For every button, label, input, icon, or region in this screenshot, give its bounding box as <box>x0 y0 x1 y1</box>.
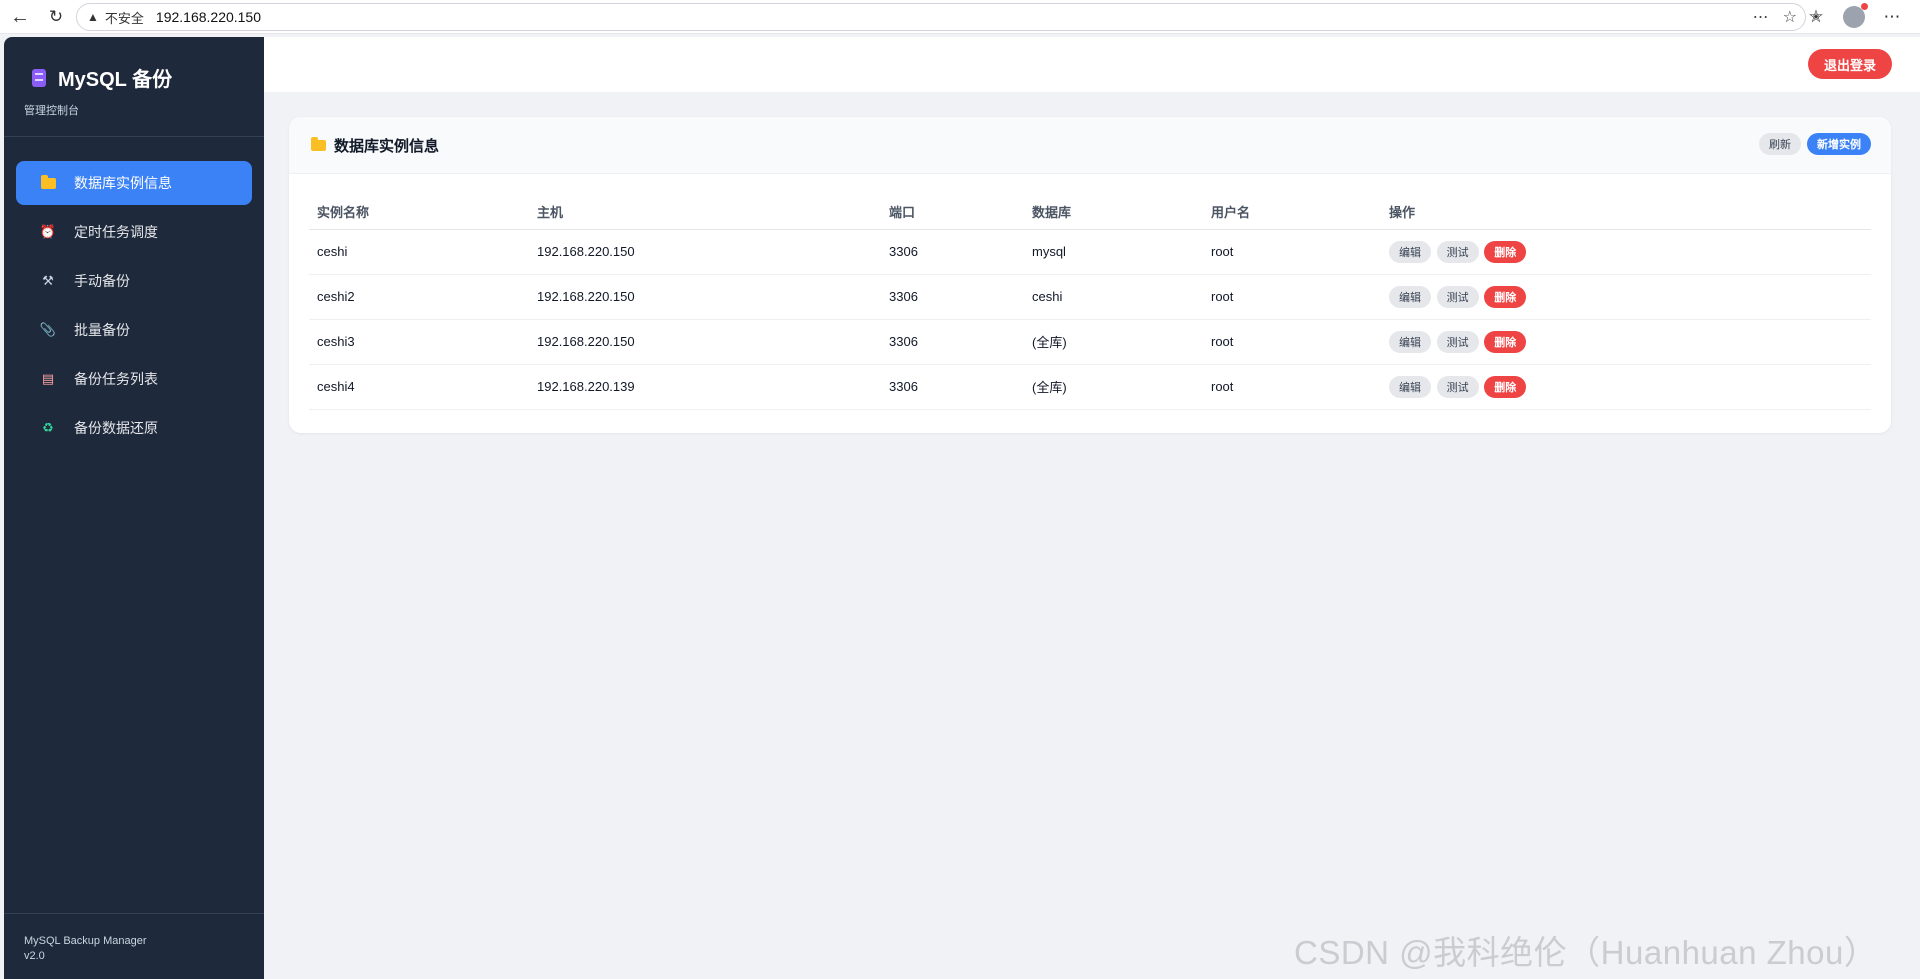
column-header-actions: 操作 <box>1381 195 1871 230</box>
cell-database: (全库) <box>1024 364 1203 410</box>
paperclip-icon: 📎 <box>39 322 57 337</box>
tools-icon: ⚒ <box>42 273 54 288</box>
table-row: ceshi 192.168.220.150 3306 mysql root 编辑… <box>309 229 1871 275</box>
cell-database: mysql <box>1024 229 1203 275</box>
sidebar-item-label: 数据库实例信息 <box>74 175 172 191</box>
back-icon[interactable]: ← <box>2 0 38 34</box>
column-header-host: 主机 <box>529 195 881 230</box>
warning-icon: ▲ <box>87 10 99 24</box>
cell-name: ceshi <box>309 229 529 275</box>
table-row: ceshi3 192.168.220.150 3306 (全库) root 编辑… <box>309 319 1871 365</box>
favorite-star-icon[interactable]: ☆ <box>1783 7 1797 27</box>
sidebar-item-instances[interactable]: 数据库实例信息 <box>16 161 252 205</box>
favorites-icon[interactable]: ✭ <box>1798 0 1834 34</box>
column-header-username: 用户名 <box>1203 195 1381 230</box>
reload-icon[interactable]: ↻ <box>38 0 74 34</box>
cell-port: 3306 <box>881 319 1024 365</box>
instances-card: 数据库实例信息 刷新 新增实例 实例名称 主机 端口 数据库 用户名 操作 ce… <box>289 117 1891 433</box>
app-subtitle: 管理控制台 <box>24 105 79 117</box>
cell-actions: 编辑 测试 删除 <box>1381 319 1871 365</box>
card-header: 数据库实例信息 刷新 新增实例 <box>289 117 1891 174</box>
sidebar-item-label: 手动备份 <box>74 273 130 289</box>
reader-icon[interactable]: ⋯ <box>1753 7 1769 27</box>
security-label: 不安全 <box>104 10 144 26</box>
cell-actions: 编辑 测试 删除 <box>1381 229 1871 275</box>
edit-button[interactable]: 编辑 <box>1389 330 1431 353</box>
sidebar-item-label: 批量备份 <box>74 322 130 338</box>
cell-username: root <box>1203 364 1381 410</box>
watermark: CSDN @我科绝伦（Huanhuan Zhou） <box>1294 934 1878 971</box>
alarm-clock-icon: ⏰ <box>39 224 57 239</box>
clipboard-icon: ▤ <box>41 371 55 386</box>
sidebar-item-restore[interactable]: ♻ 备份数据还原 <box>16 406 252 450</box>
top-bar: 退出登录 <box>264 37 1920 92</box>
cell-name: ceshi2 <box>309 274 529 320</box>
sidebar-footer: MySQL Backup Manager v2.0 <box>4 913 264 979</box>
edit-button[interactable]: 编辑 <box>1389 375 1431 398</box>
folder-icon <box>311 136 326 151</box>
cell-database: (全库) <box>1024 319 1203 365</box>
column-header-port: 端口 <box>881 195 1024 230</box>
sidebar-item-schedule[interactable]: ⏰ 定时任务调度 <box>16 210 252 254</box>
cell-database: ceshi <box>1024 274 1203 320</box>
table-row: ceshi2 192.168.220.150 3306 ceshi root 编… <box>309 274 1871 320</box>
cell-name: ceshi3 <box>309 319 529 365</box>
table-header-row: 实例名称 主机 端口 数据库 用户名 操作 <box>309 195 1871 230</box>
edit-button[interactable]: 编辑 <box>1389 240 1431 263</box>
cell-username: root <box>1203 319 1381 365</box>
sidebar-item-batch-backup[interactable]: 📎 批量备份 <box>16 308 252 352</box>
delete-button[interactable]: 删除 <box>1484 375 1527 398</box>
more-menu-icon[interactable]: ⋯ <box>1874 0 1910 34</box>
sidebar-item-task-list[interactable]: ▤ 备份任务列表 <box>16 357 252 401</box>
cell-port: 3306 <box>881 229 1024 275</box>
sidebar-menu: 数据库实例信息 ⏰ 定时任务调度 ⚒ 手动备份 📎 批量备份 ▤ 备份任务列表 … <box>4 137 264 479</box>
sidebar-item-manual-backup[interactable]: ⚒ 手动备份 <box>16 259 252 303</box>
test-button[interactable]: 测试 <box>1436 375 1479 398</box>
logout-button[interactable]: 退出登录 <box>1807 49 1892 79</box>
sidebar-item-label: 备份任务列表 <box>74 371 158 387</box>
profile-icon[interactable] <box>1836 0 1872 34</box>
cell-name: ceshi4 <box>309 364 529 410</box>
test-button[interactable]: 测试 <box>1436 240 1479 263</box>
recycle-icon: ♻ <box>42 420 54 435</box>
delete-button[interactable]: 删除 <box>1484 330 1527 353</box>
delete-button[interactable]: 删除 <box>1484 285 1527 308</box>
test-button[interactable]: 测试 <box>1436 330 1479 353</box>
database-icon <box>32 68 46 87</box>
edit-button[interactable]: 编辑 <box>1389 285 1431 308</box>
card-title: 数据库实例信息 <box>334 137 440 155</box>
refresh-button[interactable]: 刷新 <box>1759 133 1801 155</box>
sidebar: MySQL 备份 管理控制台 数据库实例信息 ⏰ 定时任务调度 ⚒ 手动备份 📎… <box>4 37 264 979</box>
cell-host: 192.168.220.139 <box>529 364 881 410</box>
cell-actions: 编辑 测试 删除 <box>1381 274 1871 320</box>
browser-toolbar: ← ↻ ▲ 不安全 192.168.220.150 ⋯ ☆ ✭ ⋯ <box>0 0 1920 34</box>
cell-host: 192.168.220.150 <box>529 229 881 275</box>
delete-button[interactable]: 删除 <box>1484 240 1527 263</box>
add-instance-button[interactable]: 新增实例 <box>1807 133 1871 155</box>
column-header-database: 数据库 <box>1024 195 1203 230</box>
url-text[interactable]: 192.168.220.150 <box>156 9 261 25</box>
cell-username: root <box>1203 229 1381 275</box>
cell-host: 192.168.220.150 <box>529 319 881 365</box>
address-bar[interactable]: ▲ 不安全 192.168.220.150 ⋯ ☆ <box>76 3 1806 31</box>
cell-username: root <box>1203 274 1381 320</box>
instances-table: 实例名称 主机 端口 数据库 用户名 操作 ceshi 192.168.220.… <box>309 195 1871 410</box>
cell-port: 3306 <box>881 364 1024 410</box>
footer-app-name: MySQL Backup Manager <box>24 935 147 947</box>
app-title: MySQL 备份 <box>58 69 173 91</box>
table-row: ceshi4 192.168.220.139 3306 (全库) root 编辑… <box>309 364 1871 410</box>
cell-host: 192.168.220.150 <box>529 274 881 320</box>
cell-actions: 编辑 测试 删除 <box>1381 364 1871 410</box>
cell-port: 3306 <box>881 274 1024 320</box>
column-header-name: 实例名称 <box>309 195 529 230</box>
brand: MySQL 备份 管理控制台 <box>4 37 264 137</box>
sidebar-item-label: 定时任务调度 <box>74 224 158 240</box>
footer-version: v2.0 <box>24 950 45 962</box>
folder-icon <box>40 174 56 191</box>
sidebar-item-label: 备份数据还原 <box>74 420 158 436</box>
test-button[interactable]: 测试 <box>1436 285 1479 308</box>
